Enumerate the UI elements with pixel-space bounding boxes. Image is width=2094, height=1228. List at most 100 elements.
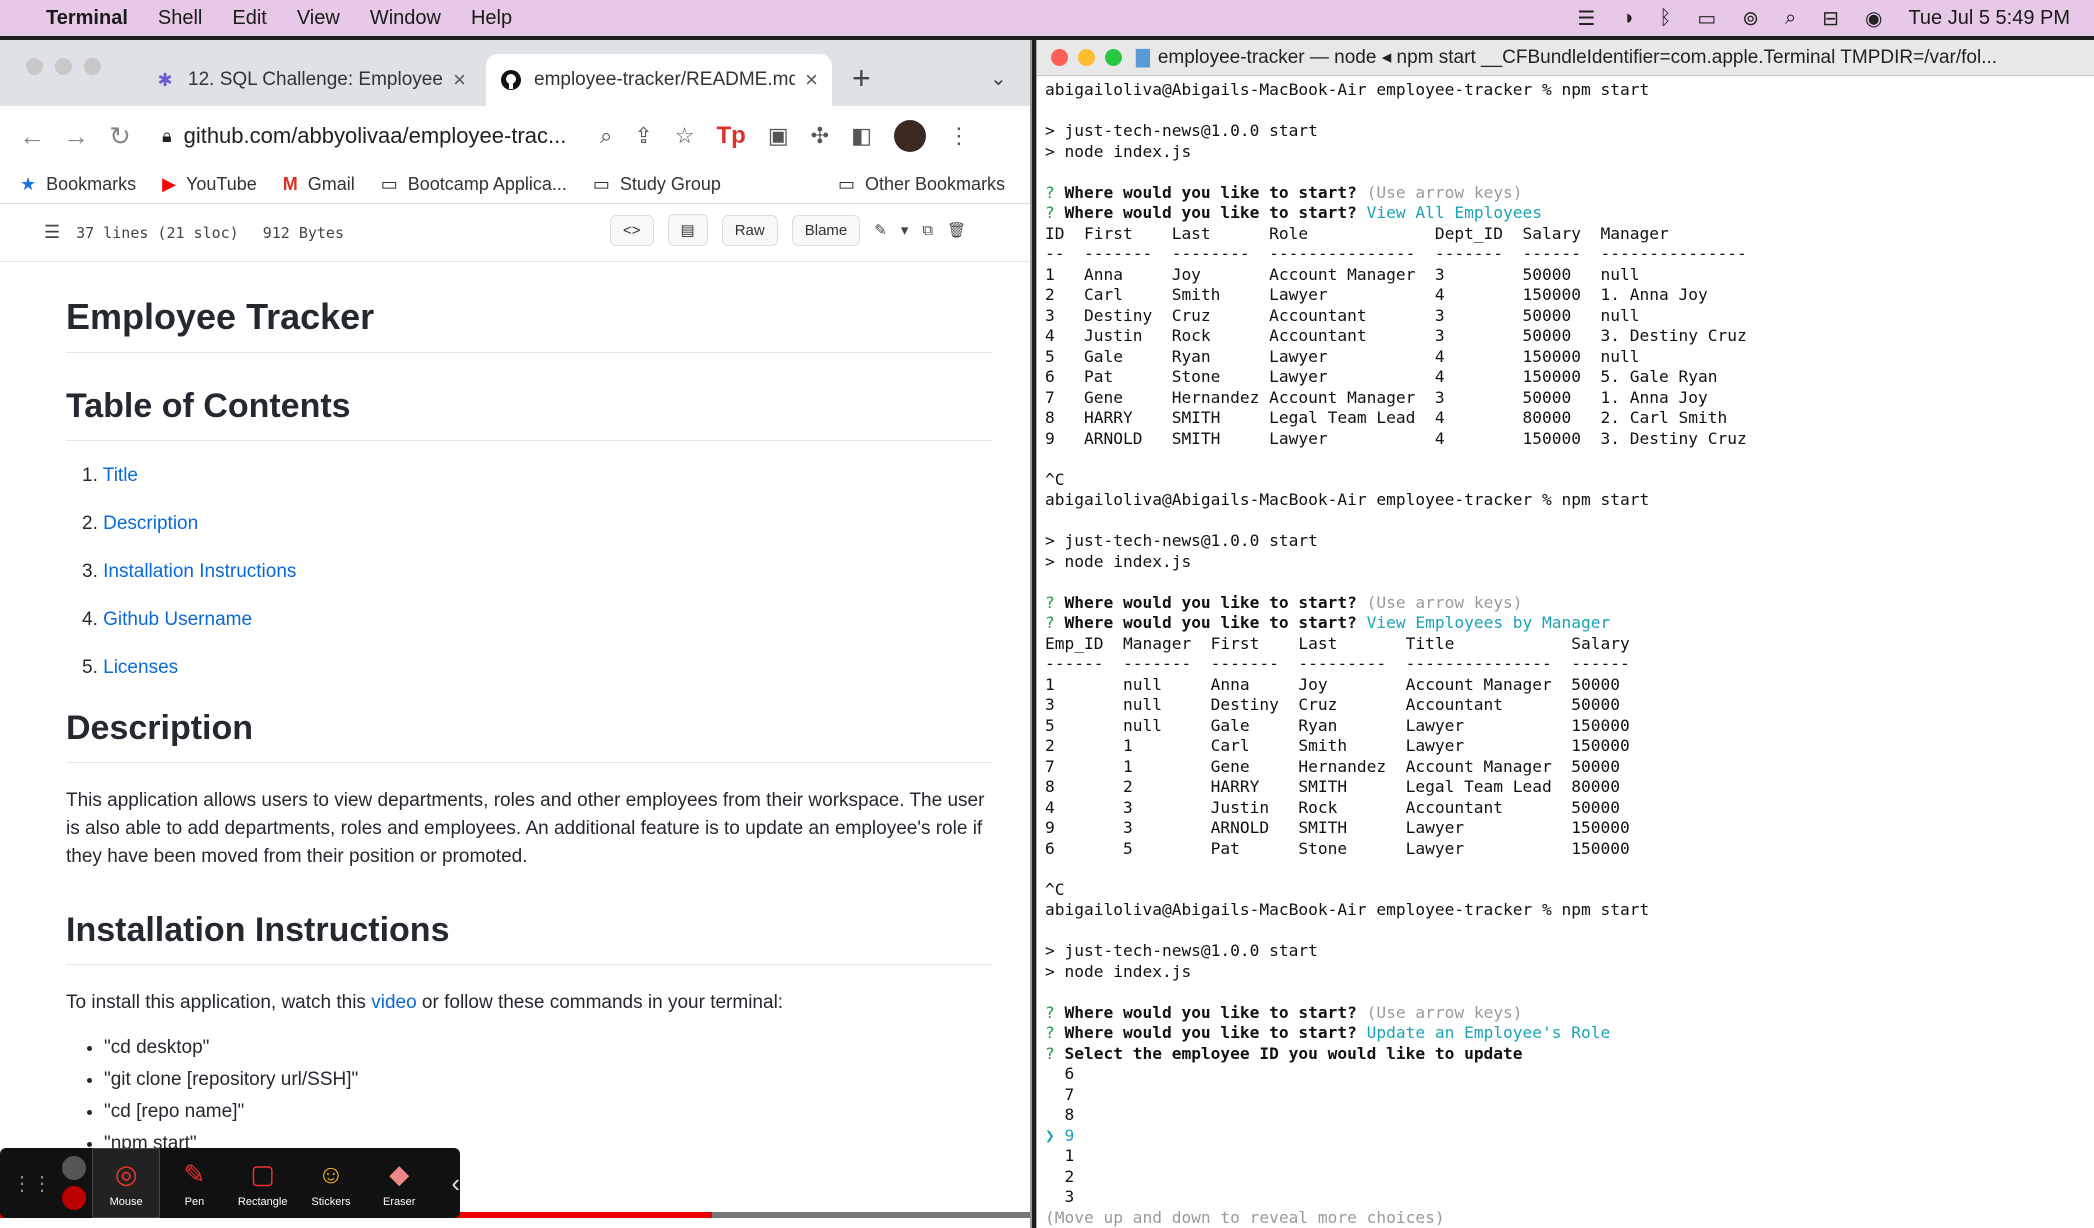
bookmark-label: Other Bookmarks (865, 174, 1006, 194)
zoom-window-button[interactable] (84, 58, 101, 75)
extension-tp-icon[interactable]: Tp (717, 122, 746, 150)
terminal-text: Select the employee ID you would like to… (1054, 1043, 1523, 1063)
tool-eraser[interactable]: ◆ Eraser (365, 1148, 433, 1218)
control-center-icon[interactable]: ⊟ (1822, 6, 1839, 31)
bookmark-gmail[interactable]: M Gmail (283, 174, 355, 195)
menu-app-name[interactable]: Terminal (46, 7, 128, 30)
tool-label: Rectangle (237, 1195, 288, 1208)
mouse-pointer-icon: ◎ (114, 1158, 138, 1189)
drag-handle-icon[interactable]: ⋮⋮ (12, 1171, 52, 1196)
tool-stickers[interactable]: ☺ Stickers (297, 1148, 365, 1218)
share-icon[interactable]: ⇪ (634, 123, 652, 149)
tool-rectangle[interactable]: ▢ Rectangle (229, 1148, 297, 1218)
blame-button[interactable]: Blame (791, 214, 861, 246)
terminal-line: 1 (1045, 1146, 2094, 1167)
terminal-zoom-button[interactable] (1105, 49, 1122, 66)
outline-icon[interactable]: ☰ (44, 222, 60, 243)
close-tab-icon[interactable]: × (453, 67, 466, 93)
raw-button[interactable]: Raw (721, 214, 778, 246)
extensions-puzzle-icon[interactable]: ✣ (811, 123, 829, 149)
code-view-icon[interactable]: <> (610, 214, 654, 246)
bookmark-label: YouTube (186, 174, 257, 194)
edit-pencil-icon[interactable]: ✎ (874, 221, 887, 239)
window-controls (26, 58, 101, 75)
url-text[interactable]: github.com/abbyolivaa/employee-trac... (184, 123, 567, 149)
terminal-line: ? Where would you like to start? (Use ar… (1045, 593, 2094, 614)
menu-bar: Terminal Shell Edit View Window Help ☰ ◑… (0, 0, 2094, 36)
new-tab-icon[interactable]: + (852, 60, 871, 97)
tab-search-chevron-icon[interactable]: ⌄ (990, 66, 1007, 91)
spotlight-search-icon[interactable]: ⌕ (1785, 7, 1796, 30)
toc-link-title[interactable]: Title (103, 465, 138, 486)
toc-link-licenses[interactable]: Licenses (103, 657, 178, 678)
terminal-text: > just-tech-news@1.0.0 start (1045, 531, 1318, 550)
bookmark-other[interactable]: ▭ Other Bookmarks (838, 174, 1005, 195)
tab-readme[interactable]: employee-tracker/README.md × (486, 54, 832, 106)
extension-dots-icon[interactable]: ▣ (768, 123, 789, 149)
terminal-text: 3 (1045, 1187, 1075, 1206)
bookmark-study-group[interactable]: ▭ Study Group (593, 174, 721, 195)
toc-link-installation[interactable]: Installation Instructions (103, 561, 296, 582)
delete-icon[interactable]: 🗑︎ (947, 221, 966, 239)
bookmark-bootcamp[interactable]: ▭ Bootcamp Applica... (381, 174, 567, 195)
bookmark-label: Bootcamp Applica... (407, 174, 567, 194)
toc-item: 5. Licenses (82, 657, 992, 679)
profile-avatar[interactable] (893, 120, 926, 152)
toc-link-description[interactable]: Description (103, 513, 198, 534)
siri-icon[interactable]: ◉ (1865, 6, 1882, 31)
minimize-window-button[interactable] (55, 58, 72, 75)
preview-view-icon[interactable]: ▤ (667, 214, 708, 246)
menu-view[interactable]: View (297, 7, 340, 30)
airplay-icon[interactable]: ⊚ (1742, 6, 1759, 31)
lock-icon[interactable]: 🔒︎ (162, 126, 172, 147)
zoom-icon[interactable]: ⌕ (600, 123, 612, 149)
collapse-chevron-icon[interactable]: ‹ (451, 1168, 460, 1199)
forward-icon[interactable]: → (54, 121, 98, 152)
status-app-icon[interactable]: ☰ (1577, 6, 1595, 31)
description-heading: Description (66, 709, 992, 763)
address-bar[interactable]: 🔒︎ github.com/abbyolivaa/employee-trac..… (162, 114, 642, 158)
terminal-line: 5 null Gale Ryan Lawyer 150000 (1045, 716, 2094, 737)
bookmark-bookmarks[interactable]: ★ Bookmarks (20, 174, 136, 195)
pause-recording-button[interactable] (62, 1156, 86, 1180)
tool-pen[interactable]: ✎ Pen (160, 1148, 228, 1218)
terminal-text: Emp_ID Manager First Last Title Salary (1045, 633, 1630, 653)
side-panel-icon[interactable]: ◧ (851, 123, 872, 149)
stop-recording-button[interactable] (62, 1186, 86, 1210)
install-text-pre: To install this application, watch this (66, 992, 372, 1013)
terminal-line: 6 5 Pat Stone Lawyer 150000 (1045, 839, 2094, 860)
bookmark-youtube[interactable]: ▶ YouTube (162, 174, 257, 195)
bluetooth-icon[interactable]: ᛒ (1659, 7, 1671, 30)
menu-window[interactable]: Window (370, 7, 441, 30)
tool-mouse[interactable]: ◎ Mouse (92, 1148, 161, 1218)
video-link[interactable]: video (371, 992, 416, 1013)
terminal-text: > node index.js (1045, 961, 1192, 981)
bookmark-star-icon[interactable]: ☆ (675, 123, 695, 149)
close-window-button[interactable] (26, 58, 43, 75)
terminal-line: > node index.js (1045, 962, 2094, 983)
kebab-menu-icon[interactable]: ⋮ (948, 123, 970, 149)
terminal-line: 6 Pat Stone Lawyer 4 150000 5. Gale Ryan (1045, 367, 2094, 388)
menu-edit[interactable]: Edit (232, 7, 266, 30)
reload-icon[interactable]: ↻ (98, 121, 142, 152)
terminal-text: 7 (1045, 1084, 1075, 1104)
edit-dropdown-icon[interactable]: ▾ (901, 221, 909, 239)
menu-shell[interactable]: Shell (158, 7, 202, 30)
toc-link-github[interactable]: Github Username (103, 609, 252, 630)
battery-icon[interactable]: ▭ (1697, 6, 1716, 31)
terminal-line: ? Select the employee ID you would like … (1045, 1044, 2094, 1065)
back-icon[interactable]: ← (10, 121, 54, 152)
eraser-icon: ◆ (389, 1158, 410, 1189)
terminal-line: abigailoliva@Abigails-MacBook-Air employ… (1045, 900, 2094, 921)
terminal-close-button[interactable] (1051, 49, 1068, 66)
terminal-minimize-button[interactable] (1078, 49, 1095, 66)
copy-icon[interactable]: ⧉ (922, 222, 933, 239)
focus-icon[interactable]: ◑ (1621, 7, 1633, 30)
tab-sql-challenge[interactable]: ✱ 12. SQL Challenge: Employee T × (140, 54, 480, 106)
terminal-text: 1 (1045, 1146, 1075, 1165)
terminal-line: (Move up and down to reveal more choices… (1045, 1208, 2094, 1228)
menu-help[interactable]: Help (471, 7, 512, 30)
close-tab-icon[interactable]: × (805, 67, 818, 93)
menu-clock[interactable]: Tue Jul 5 5:49 PM (1908, 7, 2070, 30)
terminal-output[interactable]: abigailoliva@Abigails-MacBook-Air employ… (1037, 76, 2094, 1228)
